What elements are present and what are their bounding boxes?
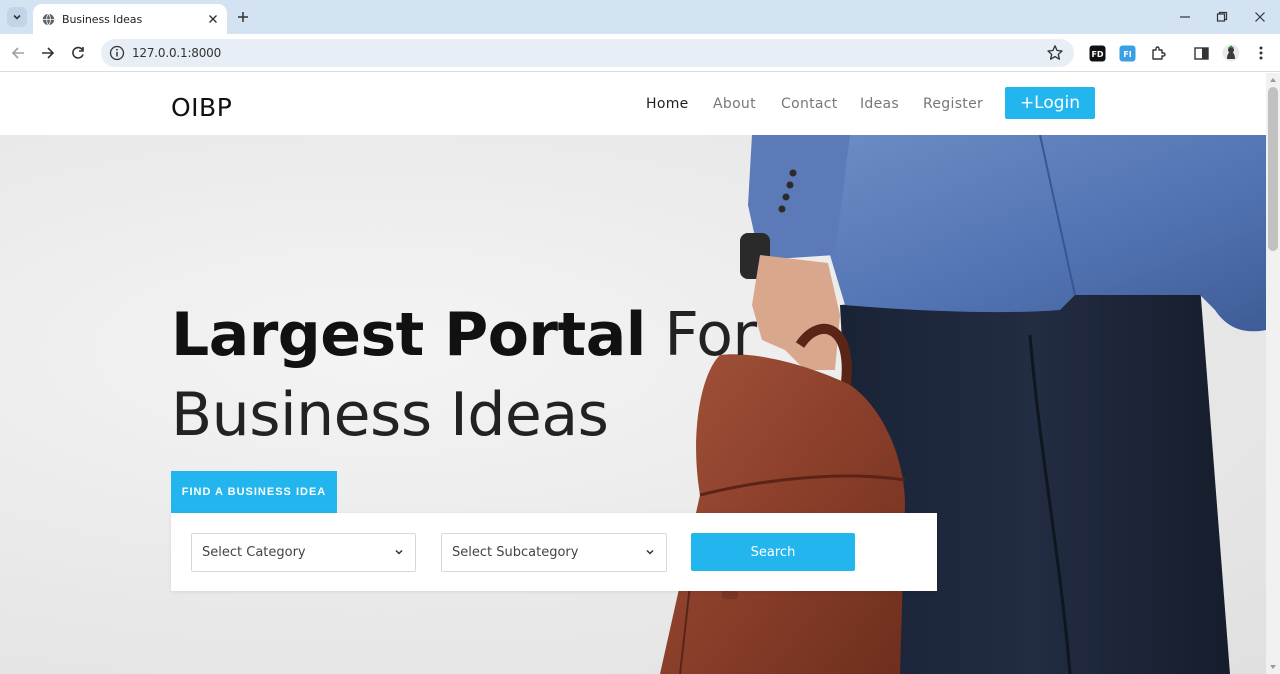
fi-extension-glyph: FI — [1119, 45, 1135, 61]
login-button[interactable]: +Login — [1005, 87, 1095, 119]
reload-icon — [72, 46, 84, 59]
nav-about[interactable]: About — [713, 96, 756, 112]
browser-toolbar: 127.0.0.1:8000 FD FI — [0, 34, 1280, 72]
subcategory-select-value: Select Subcategory — [452, 545, 579, 560]
tab-search-button[interactable] — [7, 7, 27, 27]
scroll-up-arrow-icon[interactable] — [1270, 78, 1276, 82]
avatar-glyph — [1222, 44, 1240, 62]
restore-button[interactable] — [1211, 6, 1233, 28]
fd-extension-glyph: FD — [1089, 45, 1105, 61]
info-icon[interactable] — [109, 45, 125, 61]
reload-button[interactable] — [67, 42, 89, 64]
nav-home[interactable]: Home — [646, 96, 689, 112]
hero-title-line1: Largest Portal For — [171, 295, 757, 375]
tab-title: Business Ideas — [62, 12, 143, 26]
forward-button[interactable] — [37, 42, 59, 64]
category-select-value: Select Category — [202, 545, 306, 560]
scrollbar-thumb[interactable] — [1268, 87, 1278, 251]
kebab-menu-icon[interactable] — [1251, 43, 1271, 63]
back-button[interactable] — [7, 42, 29, 64]
fd-extension-icon[interactable]: FD — [1087, 43, 1107, 63]
restore-icon — [1216, 11, 1228, 22]
find-business-idea-tab[interactable]: FIND A BUSINESS IDEA — [171, 471, 337, 513]
hero-section: Largest Portal For Business Ideas FIND A… — [0, 135, 1266, 674]
kebab-glyph — [1259, 46, 1263, 60]
nav-register[interactable]: Register — [923, 96, 983, 112]
bookmark-star-icon[interactable] — [1046, 44, 1064, 62]
search-button[interactable]: Search — [691, 533, 855, 571]
site-logo[interactable]: OIBP — [171, 93, 232, 122]
arrow-left-icon — [11, 47, 24, 59]
close-icon — [1255, 12, 1265, 22]
side-panel-glyph — [1193, 46, 1209, 60]
hero-title-line2: Business Ideas — [171, 380, 609, 450]
nav-ideas[interactable]: Ideas — [860, 96, 899, 112]
url-text[interactable]: 127.0.0.1:8000 — [132, 46, 221, 60]
subcategory-select[interactable]: Select Subcategory — [441, 533, 667, 572]
browser-tabstrip: Business Ideas — [0, 0, 1280, 34]
chevron-down-icon — [646, 549, 654, 555]
hero-title-light: For — [645, 300, 757, 370]
profile-avatar-icon[interactable] — [1221, 43, 1241, 63]
nav-contact[interactable]: Contact — [781, 96, 838, 112]
minimize-icon — [1180, 16, 1190, 18]
globe-icon — [42, 13, 55, 25]
browser-tab-active[interactable]: Business Ideas — [33, 4, 227, 34]
category-select[interactable]: Select Category — [191, 533, 416, 572]
new-tab-button[interactable] — [234, 8, 252, 26]
chevron-down-icon — [395, 549, 403, 555]
hero-title-bold: Largest Portal — [171, 300, 646, 370]
svg-text:FI: FI — [1123, 50, 1131, 59]
minimize-button[interactable] — [1174, 6, 1196, 28]
site-header: OIBP Home About Contact Ideas Register +… — [0, 73, 1266, 135]
puzzle-glyph — [1152, 46, 1166, 60]
search-panel: Select Category Select Subcategory Searc… — [171, 513, 937, 591]
page-viewport: OIBP Home About Contact Ideas Register +… — [0, 73, 1266, 674]
fi-extension-icon[interactable]: FI — [1117, 43, 1137, 63]
address-bar[interactable]: 127.0.0.1:8000 — [101, 39, 1074, 67]
hero-title: Largest Portal For Business Ideas — [171, 295, 757, 455]
page-scrollbar[interactable] — [1266, 73, 1280, 674]
chevron-down-icon — [13, 14, 21, 20]
scroll-down-arrow-icon[interactable] — [1270, 665, 1276, 669]
tab-close-button[interactable] — [204, 10, 222, 28]
puzzle-icon[interactable] — [1148, 43, 1168, 63]
arrow-right-icon — [42, 47, 55, 59]
svg-text:FD: FD — [1091, 50, 1103, 59]
close-icon — [209, 15, 217, 23]
plus-icon — [238, 12, 248, 22]
side-panel-icon[interactable] — [1191, 43, 1211, 63]
close-window-button[interactable] — [1249, 6, 1271, 28]
